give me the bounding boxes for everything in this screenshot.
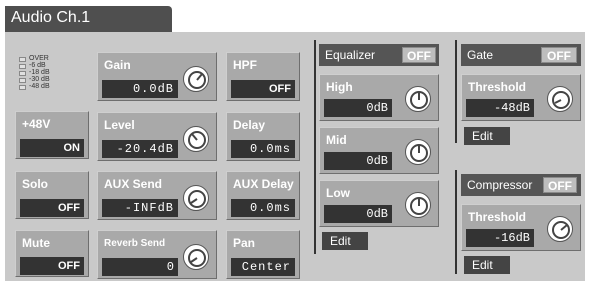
reverb-send-knob-icon[interactable] — [183, 244, 209, 270]
mute-control[interactable]: Mute OFF — [15, 230, 89, 277]
gate-threshold-label: Threshold — [468, 80, 527, 94]
pan-value: Center — [231, 258, 295, 276]
aux-send-label: AUX Send — [104, 177, 163, 191]
reverb-send-control[interactable]: Reverb Send 0 — [97, 230, 217, 279]
gate-label: Gate — [467, 48, 494, 62]
gain-label: Gain — [104, 58, 131, 72]
aux-send-control[interactable]: AUX Send -INFdB — [97, 171, 217, 220]
equalizer-toggle-button[interactable]: OFF — [402, 47, 436, 63]
meter-segment — [19, 57, 26, 62]
compressor-threshold-knob-icon[interactable] — [547, 216, 573, 242]
eq-low-value: 0dB — [324, 205, 392, 223]
reverb-send-value: 0 — [102, 258, 178, 276]
hpf-label: HPF — [233, 58, 257, 72]
meter-segment — [19, 64, 26, 69]
meter-label: -18 dB — [29, 69, 50, 76]
gate-threshold-control[interactable]: Threshold -48dB — [461, 74, 581, 121]
compressor-threshold-control[interactable]: Threshold -16dB — [461, 204, 581, 251]
audio-channel-screen: Audio Ch.1 OVER -6 dB -18 dB -30 dB -48 … — [0, 0, 590, 287]
phantom-power-label: +48V — [22, 117, 51, 131]
mute-value: OFF — [20, 257, 84, 275]
compressor-label: Compressor — [467, 178, 533, 192]
solo-label: Solo — [22, 177, 48, 191]
aux-send-value: -INFdB — [102, 199, 178, 217]
compressor-divider — [455, 170, 457, 274]
gate-threshold-knob-icon[interactable] — [547, 86, 573, 112]
equalizer-divider — [314, 40, 316, 254]
eq-high-label: High — [326, 80, 353, 94]
gain-value: 0.0dB — [102, 80, 178, 98]
hpf-control[interactable]: HPF OFF — [226, 52, 300, 101]
level-value: -20.4dB — [102, 140, 178, 158]
solo-control[interactable]: Solo OFF — [15, 171, 89, 219]
compressor-toggle-button[interactable]: OFF — [543, 177, 577, 193]
eq-high-control[interactable]: High 0dB — [319, 74, 439, 121]
compressor-edit-button[interactable]: Edit — [464, 256, 510, 274]
phantom-power-control[interactable]: +48V ON — [15, 111, 89, 159]
eq-high-value: 0dB — [324, 99, 392, 117]
solo-value: OFF — [20, 199, 84, 217]
reverb-send-label: Reverb Send — [104, 238, 166, 249]
delay-control[interactable]: Delay 0.0ms — [226, 112, 300, 161]
meter-label: -48 dB — [29, 83, 50, 90]
eq-mid-label: Mid — [326, 133, 347, 147]
eq-low-control[interactable]: Low 0dB — [319, 180, 439, 227]
meter-segment — [19, 71, 26, 76]
meter-label: -30 dB — [29, 76, 50, 83]
gate-threshold-value: -48dB — [466, 99, 534, 117]
meter-label: OVER — [29, 55, 49, 62]
level-control[interactable]: Level -20.4dB — [97, 112, 217, 161]
eq-edit-button[interactable]: Edit — [322, 232, 368, 250]
phantom-power-value: ON — [20, 139, 84, 157]
gain-control[interactable]: Gain 0.0dB — [97, 52, 217, 101]
eq-mid-value: 0dB — [324, 152, 392, 170]
pan-control[interactable]: Pan Center — [226, 230, 300, 279]
level-label: Level — [104, 118, 135, 132]
meter-segment — [19, 85, 26, 90]
eq-mid-control[interactable]: Mid 0dB — [319, 127, 439, 174]
compressor-threshold-value: -16dB — [466, 229, 534, 247]
hpf-value: OFF — [231, 80, 295, 98]
aux-delay-label: AUX Delay — [233, 177, 294, 191]
compressor-threshold-label: Threshold — [468, 210, 527, 224]
eq-low-label: Low — [326, 186, 350, 200]
eq-mid-knob-icon[interactable] — [405, 139, 431, 165]
meter-segment — [19, 78, 26, 83]
aux-delay-value: 0.0ms — [231, 199, 295, 217]
mute-label: Mute — [22, 236, 50, 250]
eq-low-knob-icon[interactable] — [405, 192, 431, 218]
gain-knob-icon[interactable] — [183, 66, 209, 92]
level-knob-icon[interactable] — [183, 126, 209, 152]
gate-toggle-button[interactable]: OFF — [541, 47, 577, 63]
meter-label: -6 dB — [29, 62, 46, 69]
equalizer-label: Equalizer — [325, 48, 376, 62]
pan-label: Pan — [233, 236, 256, 250]
aux-delay-control[interactable]: AUX Delay 0.0ms — [226, 171, 300, 220]
eq-high-knob-icon[interactable] — [405, 86, 431, 112]
aux-send-knob-icon[interactable] — [183, 185, 209, 211]
channel-title: Audio Ch.1 — [11, 9, 91, 26]
channel-title-tab: Audio Ch.1 — [5, 6, 172, 32]
delay-label: Delay — [233, 118, 266, 132]
gate-edit-button[interactable]: Edit — [464, 127, 510, 145]
delay-value: 0.0ms — [231, 140, 295, 158]
gate-divider — [455, 40, 457, 143]
